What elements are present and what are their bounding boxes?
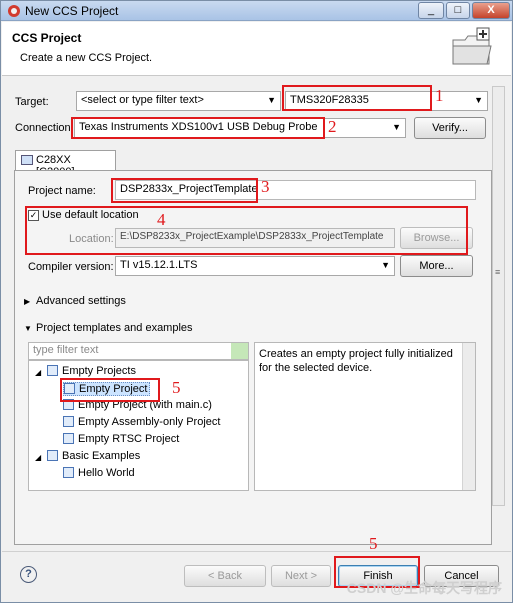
target-filter-placeholder: <select or type filter text> bbox=[81, 94, 204, 106]
template-description-text: Creates an empty project fully initializ… bbox=[259, 348, 453, 374]
annotation-box-4 bbox=[25, 206, 468, 255]
annotation-number-1: 1 bbox=[435, 86, 444, 105]
annotation-box-3 bbox=[111, 178, 258, 203]
target-label: Target: bbox=[15, 96, 49, 108]
target-filter-combo[interactable]: <select or type filter text> ▼ bbox=[76, 91, 281, 111]
tree-collapse-icon[interactable]: ◢ bbox=[35, 368, 41, 377]
wizard-header: CCS Project Create a new CCS Project. bbox=[2, 22, 511, 76]
filter-clear-icon[interactable] bbox=[231, 343, 248, 359]
page-scrollbar[interactable]: ≡ bbox=[492, 86, 505, 506]
collapse-arrow-icon[interactable]: ▼ bbox=[24, 324, 32, 333]
chevron-down-icon: ▼ bbox=[381, 260, 390, 270]
next-button: Next > bbox=[271, 565, 331, 587]
compiler-version-combo[interactable]: TI v15.12.1.LTS ▼ bbox=[115, 256, 395, 276]
close-button[interactable]: X bbox=[472, 2, 510, 19]
window-title: New CCS Project bbox=[25, 4, 119, 18]
annotation-box-1 bbox=[282, 85, 432, 111]
more-button[interactable]: More... bbox=[400, 255, 473, 277]
tree-collapse-icon[interactable]: ◢ bbox=[35, 453, 41, 462]
annotation-number-3: 3 bbox=[261, 177, 270, 196]
tab-c28xx[interactable]: C28XX [C2000] bbox=[15, 150, 116, 178]
dialog-window: New CCS Project _ □ X CCS Project Create… bbox=[0, 0, 513, 603]
project-template-icon bbox=[63, 467, 74, 478]
tree-item-hello-world[interactable]: Hello World bbox=[63, 467, 135, 479]
compiler-version-value: TI v15.12.1.LTS bbox=[120, 259, 198, 271]
device-icon bbox=[21, 155, 33, 165]
annotation-box-5 bbox=[60, 378, 160, 402]
expand-arrow-icon[interactable]: ▶ bbox=[24, 297, 30, 306]
watermark: CSDN @生命每天写程序 bbox=[346, 580, 502, 596]
template-filter-input[interactable]: type filter text bbox=[28, 342, 249, 360]
compiler-version-label: Compiler version: bbox=[28, 261, 114, 273]
footer-divider bbox=[2, 551, 511, 552]
template-description: Creates an empty project fully initializ… bbox=[254, 342, 476, 491]
minimize-button[interactable]: _ bbox=[418, 2, 444, 19]
annotation-number-5: 5 bbox=[172, 378, 181, 397]
project-template-icon bbox=[63, 416, 74, 427]
category-icon bbox=[47, 365, 58, 376]
app-icon bbox=[8, 5, 20, 17]
project-name-label: Project name: bbox=[28, 185, 96, 197]
annotation-box-2 bbox=[71, 117, 325, 139]
project-templates-section[interactable]: Project templates and examples bbox=[36, 322, 193, 334]
help-icon[interactable]: ? bbox=[20, 566, 37, 583]
tree-item-basic-examples[interactable]: Basic Examples bbox=[47, 450, 140, 462]
tree-item-empty-assembly[interactable]: Empty Assembly-only Project bbox=[63, 416, 220, 428]
project-template-icon bbox=[63, 433, 74, 444]
chevron-down-icon: ▼ bbox=[267, 95, 276, 105]
annotation-number-2: 2 bbox=[328, 117, 337, 136]
page-title: CCS Project bbox=[12, 31, 82, 45]
title-bar: New CCS Project _ □ X bbox=[1, 1, 512, 21]
chevron-down-icon: ▼ bbox=[474, 95, 483, 105]
annotation-number-4: 4 bbox=[157, 210, 166, 229]
page-description: Create a new CCS Project. bbox=[20, 52, 153, 64]
tree-item-empty-projects[interactable]: Empty Projects bbox=[47, 365, 136, 377]
advanced-settings-section[interactable]: Advanced settings bbox=[36, 295, 126, 307]
back-button: < Back bbox=[184, 565, 266, 587]
folder-icon bbox=[452, 27, 492, 65]
tree-item-empty-rtsc[interactable]: Empty RTSC Project bbox=[63, 433, 179, 445]
verify-button[interactable]: Verify... bbox=[414, 117, 486, 139]
maximize-button[interactable]: □ bbox=[446, 2, 470, 19]
chevron-down-icon: ▼ bbox=[392, 122, 401, 132]
connection-label: Connection: bbox=[15, 122, 74, 134]
scroll-grip-icon: ≡ bbox=[495, 267, 501, 277]
description-scrollbar[interactable] bbox=[462, 343, 475, 490]
category-icon bbox=[47, 450, 58, 461]
